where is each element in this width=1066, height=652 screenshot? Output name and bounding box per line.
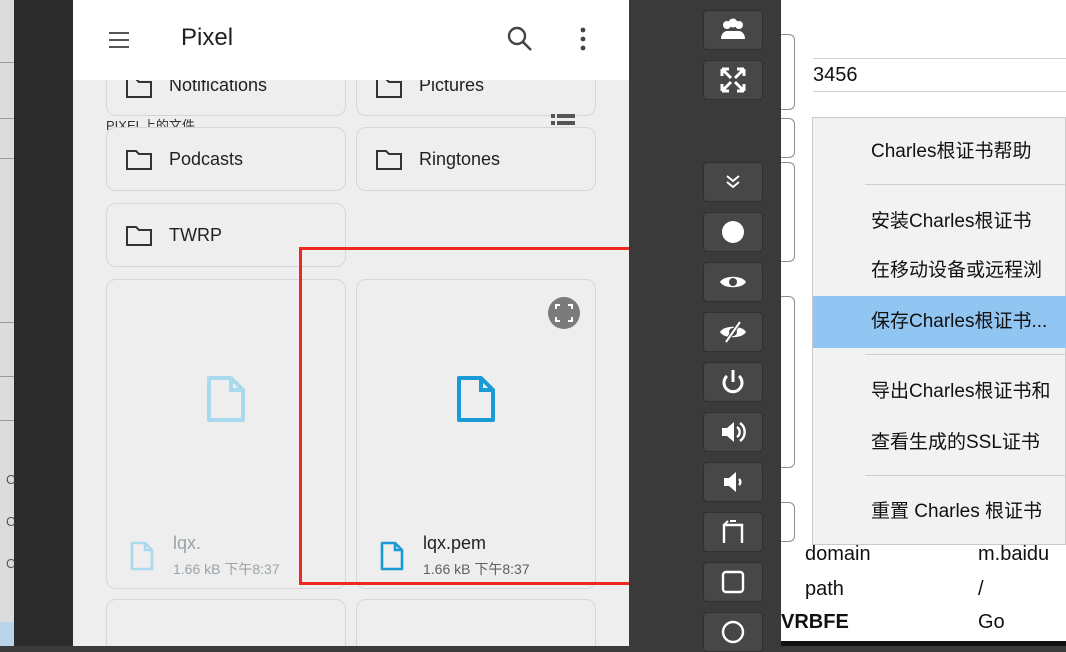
highlight-box [299, 247, 664, 585]
background-window-pane [0, 0, 14, 646]
panel-bracket [781, 502, 795, 542]
power-icon [722, 370, 744, 394]
menu-item-root-cert-help[interactable]: Charles根证书帮助 [813, 126, 1066, 178]
ssl-proxying-menu: Charles根证书帮助 安装Charles根证书 在移动设备或远程浏 保存Ch… [812, 117, 1066, 545]
panel-bracket [781, 296, 795, 468]
background-selection [0, 622, 14, 646]
square-icon [721, 570, 745, 594]
volume-down-button[interactable] [703, 462, 763, 502]
property-value: m.baidu [978, 543, 1050, 565]
fullscreen-button[interactable] [703, 60, 763, 100]
folder-icon [126, 78, 152, 98]
search-icon[interactable] [507, 26, 533, 52]
menu-separator [865, 354, 1066, 355]
menu-item-install-on-mobile[interactable]: 在移动设备或远程浏 [813, 245, 1066, 297]
panel-bracket [781, 34, 795, 110]
property-key: path [805, 578, 844, 600]
record-icon [722, 221, 744, 243]
folder-icon [126, 226, 152, 246]
table-row[interactable]: domain m.baidu [781, 543, 1066, 577]
menu-item-view-ssl-certs[interactable]: 查看生成的SSL证书 [813, 417, 1066, 469]
divider [0, 158, 14, 159]
host-field[interactable]: 3456 [813, 58, 1066, 92]
panel-bracket [781, 118, 795, 158]
menu-item-save-root-cert[interactable]: 保存Charles根证书... [813, 296, 1066, 348]
file-size: 1.66 kB [173, 561, 221, 577]
record-button[interactable] [703, 212, 763, 252]
menu-separator [865, 475, 1066, 476]
property-value: / [978, 578, 984, 600]
volume-down-icon [724, 472, 742, 492]
background-desktop: C C C [0, 0, 73, 646]
folder-card-podcasts[interactable]: Podcasts [106, 127, 346, 191]
file-icon [130, 541, 154, 571]
property-value: Go [978, 611, 1005, 633]
folder-label: Ringtones [419, 149, 501, 169]
file-icon [207, 376, 245, 422]
users-icon [721, 18, 745, 39]
file-name: lqx. [173, 533, 202, 553]
chevron-double-down-icon [726, 175, 740, 189]
file-time: 下午8:37 [224, 561, 280, 577]
panel-bracket [781, 162, 795, 262]
file-card[interactable] [106, 599, 346, 646]
menu-item-install-root-cert[interactable]: 安装Charles根证书 [813, 196, 1066, 248]
volume-up-button[interactable] [703, 412, 763, 452]
property-key: VRBFE [781, 611, 849, 633]
collapse-button[interactable] [703, 162, 763, 202]
eye-off-icon [720, 320, 746, 344]
table-row[interactable]: path / [781, 578, 1066, 612]
folder-icon [126, 150, 152, 170]
folder-label: Podcasts [169, 149, 244, 169]
home-button[interactable] [703, 612, 763, 652]
users-button[interactable] [703, 10, 763, 50]
table-bottom-border [781, 641, 1066, 646]
volume-up-icon [722, 422, 746, 442]
rotate-button[interactable] [703, 512, 763, 552]
folder-card-ringtones[interactable]: Ringtones [356, 127, 596, 191]
page-title: Pixel [181, 24, 234, 51]
power-button[interactable] [703, 362, 763, 402]
divider [0, 322, 14, 323]
hide-button[interactable] [703, 312, 763, 352]
folder-icon [376, 78, 402, 98]
show-button[interactable] [703, 262, 763, 302]
eye-icon [720, 276, 746, 288]
background-text: C [6, 556, 16, 571]
divider [0, 376, 14, 377]
divider [0, 118, 14, 119]
file-meta: 1.66 kB 下午8:37 [173, 559, 280, 579]
more-vert-icon[interactable] [571, 26, 595, 52]
menu-separator [865, 184, 1066, 185]
app-bar: Pixel [73, 0, 629, 80]
overview-button[interactable] [703, 562, 763, 602]
rotate-icon [722, 520, 744, 543]
menu-item-reset-root-cert[interactable]: 重置 Charles 根证书 [813, 486, 1066, 538]
divider [0, 62, 14, 63]
fullscreen-icon [720, 67, 746, 93]
divider [0, 420, 14, 421]
file-card[interactable] [356, 599, 596, 646]
background-text: C [6, 472, 16, 487]
property-key: domain [805, 543, 871, 565]
table-row[interactable]: VRBFE Go [781, 611, 1066, 645]
circle-icon [721, 620, 745, 644]
folder-icon [376, 150, 402, 170]
hamburger-menu-icon[interactable] [107, 28, 131, 52]
background-text: C [6, 514, 16, 529]
folder-label: TWRP [169, 225, 222, 245]
menu-item-export-root-cert[interactable]: 导出Charles根证书和 [813, 366, 1066, 418]
